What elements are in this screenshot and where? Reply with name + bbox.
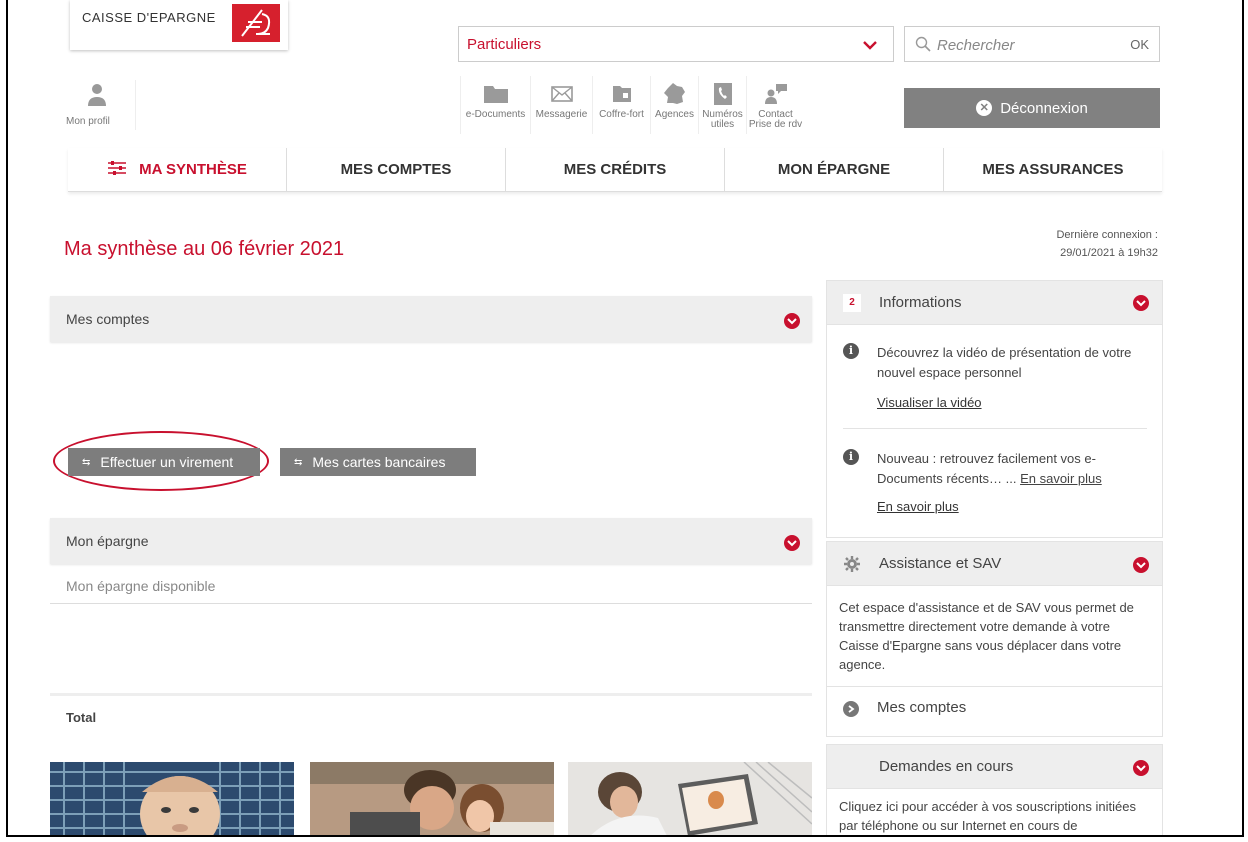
watch-video-link[interactable]: Visualiser la vidéo: [877, 395, 982, 410]
tool-label: Messagerie: [535, 109, 588, 120]
segment-value: Particuliers: [467, 36, 542, 53]
last-connection-label: Dernière connexion :: [1056, 229, 1158, 241]
transfer-button-label: Effectuer un virement: [100, 454, 234, 470]
last-connection: Dernière connexion : 29/01/2021 à 19h32: [1056, 226, 1158, 262]
customer-segment-select[interactable]: Particuliers: [458, 26, 894, 62]
info-icon: i: [843, 343, 859, 359]
tool-label: Prise de rdv: [748, 119, 803, 130]
tab-mes-assurances[interactable]: MES ASSURANCES: [944, 148, 1162, 191]
search-input[interactable]: [937, 33, 1107, 57]
requests-description[interactable]: Cliquez ici pour accéder à vos souscript…: [839, 797, 1153, 835]
total-label: Total: [66, 710, 97, 725]
tool-agences[interactable]: Agences: [650, 76, 698, 134]
divider: [843, 428, 1147, 429]
accounts-section-header[interactable]: Mes comptes: [50, 296, 812, 342]
informations-panel: 2 Informations i Découvrez la vidéo de p…: [826, 280, 1163, 538]
tool-messagerie[interactable]: Messagerie: [530, 76, 592, 134]
tool-label: utiles: [710, 119, 735, 130]
chevron-down-icon[interactable]: [784, 313, 800, 329]
tab-label: MON ÉPARGNE: [777, 161, 891, 178]
transfer-arrows-icon: ⇆: [294, 456, 303, 468]
requests-panel: Demandes en cours Cliquez ici pour accéd…: [826, 744, 1163, 835]
phone-icon: [699, 82, 746, 108]
last-connection-value: 29/01/2021 à 19h32: [1060, 247, 1158, 259]
savings-available-label: Mon épargne disponible: [66, 578, 216, 594]
promo-image-laptop[interactable]: [568, 762, 812, 835]
assistance-header[interactable]: Assistance et SAV: [827, 542, 1162, 586]
search-submit-button[interactable]: OK: [1130, 37, 1149, 52]
learn-more-link[interactable]: En savoir plus: [877, 499, 959, 514]
tool-label: Coffre-fort: [599, 109, 644, 120]
main-navigation: MA SYNTHÈSE MES COMPTES MES CRÉDITS MON …: [68, 148, 1162, 192]
info-item-text: Découvrez la vidéo de présentation de vo…: [877, 345, 1132, 380]
folder-icon: [461, 82, 530, 108]
requests-header[interactable]: Demandes en cours: [827, 745, 1162, 789]
chevron-down-icon: [863, 37, 877, 53]
informations-header[interactable]: 2 Informations: [827, 281, 1162, 325]
tab-label: MA SYNTHÈSE: [139, 161, 247, 178]
chevron-down-icon[interactable]: [784, 535, 800, 551]
quick-tools-bar: e-Documents Messagerie Coffre-fort Agenc…: [460, 76, 804, 134]
tool-numeros-utiles[interactable]: Numéros utiles: [698, 76, 746, 134]
divider: [50, 693, 812, 696]
chevron-down-icon[interactable]: [1133, 557, 1149, 573]
envelope-icon: [531, 82, 592, 108]
promo-image-baby[interactable]: [50, 762, 294, 835]
tool-contact-rdv[interactable]: Contact Prise de rdv: [746, 76, 804, 134]
info-icon: i: [843, 449, 859, 465]
tab-label: MES ASSURANCES: [982, 161, 1124, 178]
savings-section-title: Mon épargne: [66, 533, 149, 549]
learn-more-inline-link[interactable]: En savoir plus: [1020, 471, 1102, 486]
bank-cards-button[interactable]: ⇆ Mes cartes bancaires: [280, 448, 476, 476]
gear-icon: [843, 555, 861, 578]
profile-label: Mon profil: [66, 116, 110, 127]
sliders-icon: [107, 160, 127, 180]
transfer-arrows-icon: ⇆: [82, 456, 91, 468]
tab-label: MES COMPTES: [340, 161, 452, 178]
brand-name: CAISSE D'EPARGNE: [82, 10, 216, 25]
tab-ma-synthese[interactable]: MA SYNTHÈSE: [68, 148, 287, 191]
search-box: OK: [904, 26, 1160, 62]
brand-logo[interactable]: CAISSE D'EPARGNE: [70, 0, 288, 50]
notification-count-badge: 2: [843, 294, 861, 312]
contact-icon: [747, 82, 804, 108]
user-icon: [86, 82, 108, 113]
tab-label: MES CRÉDITS: [563, 161, 667, 178]
france-map-icon: [651, 82, 698, 108]
bank-cards-button-label: Mes cartes bancaires: [312, 454, 446, 470]
divider: [50, 603, 812, 604]
logout-button[interactable]: ✕ Déconnexion: [904, 88, 1160, 128]
tool-label: Agences: [655, 109, 694, 120]
transfer-button[interactable]: ⇆ Effectuer un virement: [68, 448, 260, 476]
browser-viewport: CAISSE D'EPARGNE Particuliers OK Mon pro…: [6, 0, 1244, 837]
tab-mes-comptes[interactable]: MES COMPTES: [287, 148, 506, 191]
tab-mes-credits[interactable]: MES CRÉDITS: [506, 148, 725, 191]
search-icon: [915, 36, 931, 52]
tool-label: e-Documents: [465, 109, 526, 120]
logout-label: Déconnexion: [1000, 99, 1088, 117]
informations-title: Informations: [879, 294, 962, 311]
safe-icon: [593, 82, 650, 108]
assistance-description: Cet espace d'assistance et de SAV vous p…: [839, 600, 1134, 672]
chevron-down-icon[interactable]: [1133, 760, 1149, 776]
close-icon: ✕: [976, 100, 993, 116]
assistance-title: Assistance et SAV: [879, 555, 1002, 572]
chevron-down-icon[interactable]: [1133, 295, 1149, 311]
tool-coffre-fort[interactable]: Coffre-fort: [592, 76, 650, 134]
chevron-right-icon: [843, 701, 859, 717]
assistance-accounts-link[interactable]: Mes comptes: [877, 699, 966, 716]
savings-section-header[interactable]: Mon épargne: [50, 518, 812, 564]
page-title: Ma synthèse au 06 février 2021: [64, 238, 345, 260]
tab-mon-epargne[interactable]: MON ÉPARGNE: [725, 148, 944, 191]
tool-edocuments[interactable]: e-Documents: [460, 76, 530, 134]
assistance-panel: Assistance et SAV Cet espace d'assistanc…: [826, 541, 1163, 737]
profile-link[interactable]: Mon profil: [64, 80, 136, 130]
requests-title: Demandes en cours: [879, 758, 1014, 775]
promo-image-family[interactable]: [310, 762, 554, 835]
info-item-text: Nouveau : retrouvez facilement vos e-Doc…: [877, 449, 1153, 489]
accounts-section-title: Mes comptes: [66, 311, 150, 327]
squirrel-logo-icon: [232, 4, 280, 42]
divider: [827, 686, 1162, 687]
